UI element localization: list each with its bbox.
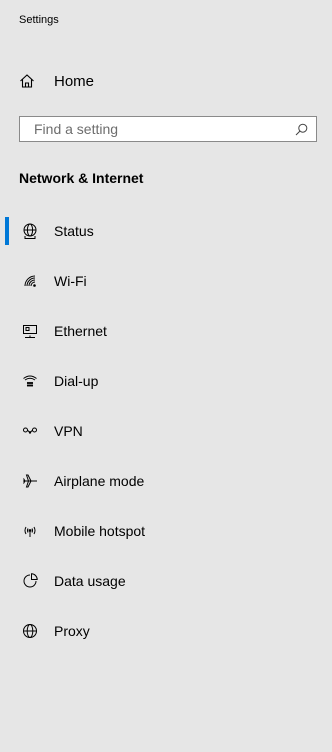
mobile-hotspot-icon — [21, 522, 39, 540]
settings-window: Settings Home Network & Internet — [0, 0, 332, 752]
search-icon[interactable] — [290, 123, 312, 136]
nav-item-airplane-mode[interactable]: Airplane mode — [0, 456, 332, 506]
nav-item-label: Data usage — [54, 573, 126, 589]
search-input[interactable] — [20, 118, 290, 140]
vpn-icon — [21, 422, 39, 440]
nav-item-ethernet[interactable]: Ethernet — [0, 306, 332, 356]
nav-item-proxy[interactable]: Proxy — [0, 606, 332, 656]
window-title: Settings — [19, 14, 59, 26]
globe-proxy-icon — [21, 622, 39, 640]
nav-item-mobile-hotspot[interactable]: Mobile hotspot — [0, 506, 332, 556]
globe-status-icon — [21, 222, 39, 240]
dialup-icon — [21, 372, 39, 390]
nav-item-data-usage[interactable]: Data usage — [0, 556, 332, 606]
nav-item-label: Proxy — [54, 623, 90, 639]
nav-item-label: VPN — [54, 423, 83, 439]
ethernet-icon — [21, 322, 39, 340]
nav-item-label: Dial-up — [54, 373, 99, 389]
nav-item-label: Ethernet — [54, 323, 107, 339]
nav-item-vpn[interactable]: VPN — [0, 406, 332, 456]
home-button[interactable]: Home — [17, 66, 317, 96]
nav-list: Status Wi-Fi Ethernet Dial-up VPN Airpla… — [0, 206, 332, 656]
home-label: Home — [54, 72, 95, 90]
wifi-icon — [21, 272, 39, 290]
section-title: Network & Internet — [19, 170, 144, 186]
nav-item-wifi[interactable]: Wi-Fi — [0, 256, 332, 306]
search-box[interactable] — [19, 116, 317, 142]
data-usage-icon — [21, 572, 39, 590]
selection-indicator — [5, 217, 9, 245]
nav-item-status[interactable]: Status — [0, 206, 332, 256]
nav-item-label: Airplane mode — [54, 473, 145, 489]
nav-item-label: Wi-Fi — [54, 273, 87, 289]
nav-item-dialup[interactable]: Dial-up — [0, 356, 332, 406]
home-icon — [17, 71, 37, 91]
nav-item-label: Status — [54, 223, 94, 239]
nav-item-label: Mobile hotspot — [54, 523, 146, 539]
airplane-icon — [21, 472, 39, 490]
